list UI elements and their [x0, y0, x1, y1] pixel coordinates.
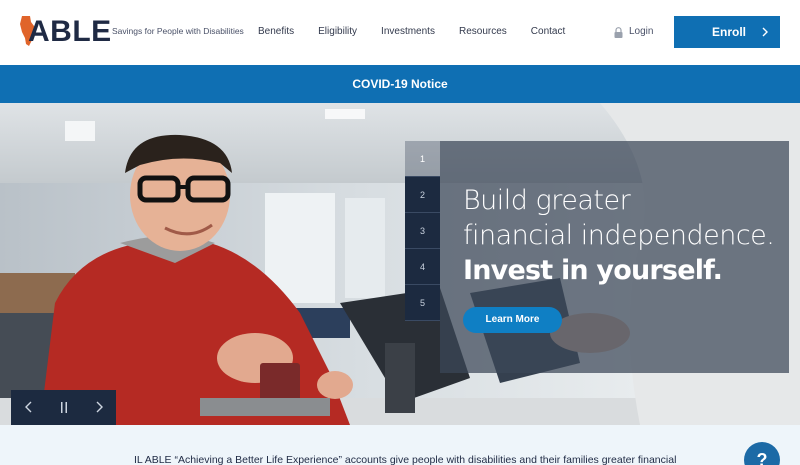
hero-heading-line-2: financial independence.	[463, 220, 775, 251]
intro-text: IL ABLE “Achieving a Better Life Experie…	[134, 454, 677, 465]
nav-investments[interactable]: Investments	[381, 23, 435, 41]
chevron-right-icon	[96, 401, 103, 413]
enroll-button[interactable]: Enroll	[674, 16, 780, 48]
login-link[interactable]: Login	[614, 23, 653, 41]
logo-text: ABLE	[28, 15, 112, 48]
chevron-left-icon	[25, 401, 32, 413]
enroll-label: Enroll	[712, 25, 747, 39]
covid-notice-text: COVID-19 Notice	[352, 77, 448, 91]
help-icon: ?	[756, 450, 768, 465]
nav-resources[interactable]: Resources	[459, 23, 507, 41]
slide-tabs: 1 2 3 4 5	[405, 141, 440, 321]
nav-eligibility[interactable]: Eligibility	[318, 23, 357, 41]
nav-benefits[interactable]: Benefits	[258, 23, 294, 41]
site-header: ABLE Savings for People with Disabilitie…	[0, 0, 800, 65]
hero-carousel: 1 2 3 4 5 Build greater financial indepe…	[0, 103, 800, 425]
slide-tab-2[interactable]: 2	[405, 177, 440, 213]
lock-icon	[614, 26, 623, 38]
slide-tab-4[interactable]: 4	[405, 249, 440, 285]
pause-icon	[61, 402, 67, 413]
learn-more-button[interactable]: Learn More	[463, 307, 562, 333]
carousel-prev-button[interactable]	[11, 390, 46, 425]
hero-heading-line-1: Build greater	[463, 185, 631, 216]
tagline: Savings for People with Disabilities	[112, 26, 244, 36]
hero-heading-line-3: Invest in yourself.	[463, 255, 723, 286]
carousel-next-button[interactable]	[81, 390, 116, 425]
chevron-right-icon	[762, 27, 768, 37]
slide-tab-3[interactable]: 3	[405, 213, 440, 249]
slide-tab-5[interactable]: 5	[405, 285, 440, 321]
able-logo[interactable]: ABLE	[20, 14, 112, 50]
hero-text-panel: Build greater financial independence. In…	[440, 141, 789, 373]
carousel-pause-button[interactable]	[46, 390, 81, 425]
nav-contact[interactable]: Contact	[531, 23, 565, 41]
covid-notice-bar[interactable]: COVID-19 Notice	[0, 65, 800, 103]
slide-tab-1[interactable]: 1	[405, 141, 440, 177]
login-label: Login	[629, 26, 654, 37]
intro-section: IL ABLE “Achieving a Better Life Experie…	[0, 425, 800, 465]
main-nav: Benefits Eligibility Investments Resourc…	[258, 23, 589, 41]
